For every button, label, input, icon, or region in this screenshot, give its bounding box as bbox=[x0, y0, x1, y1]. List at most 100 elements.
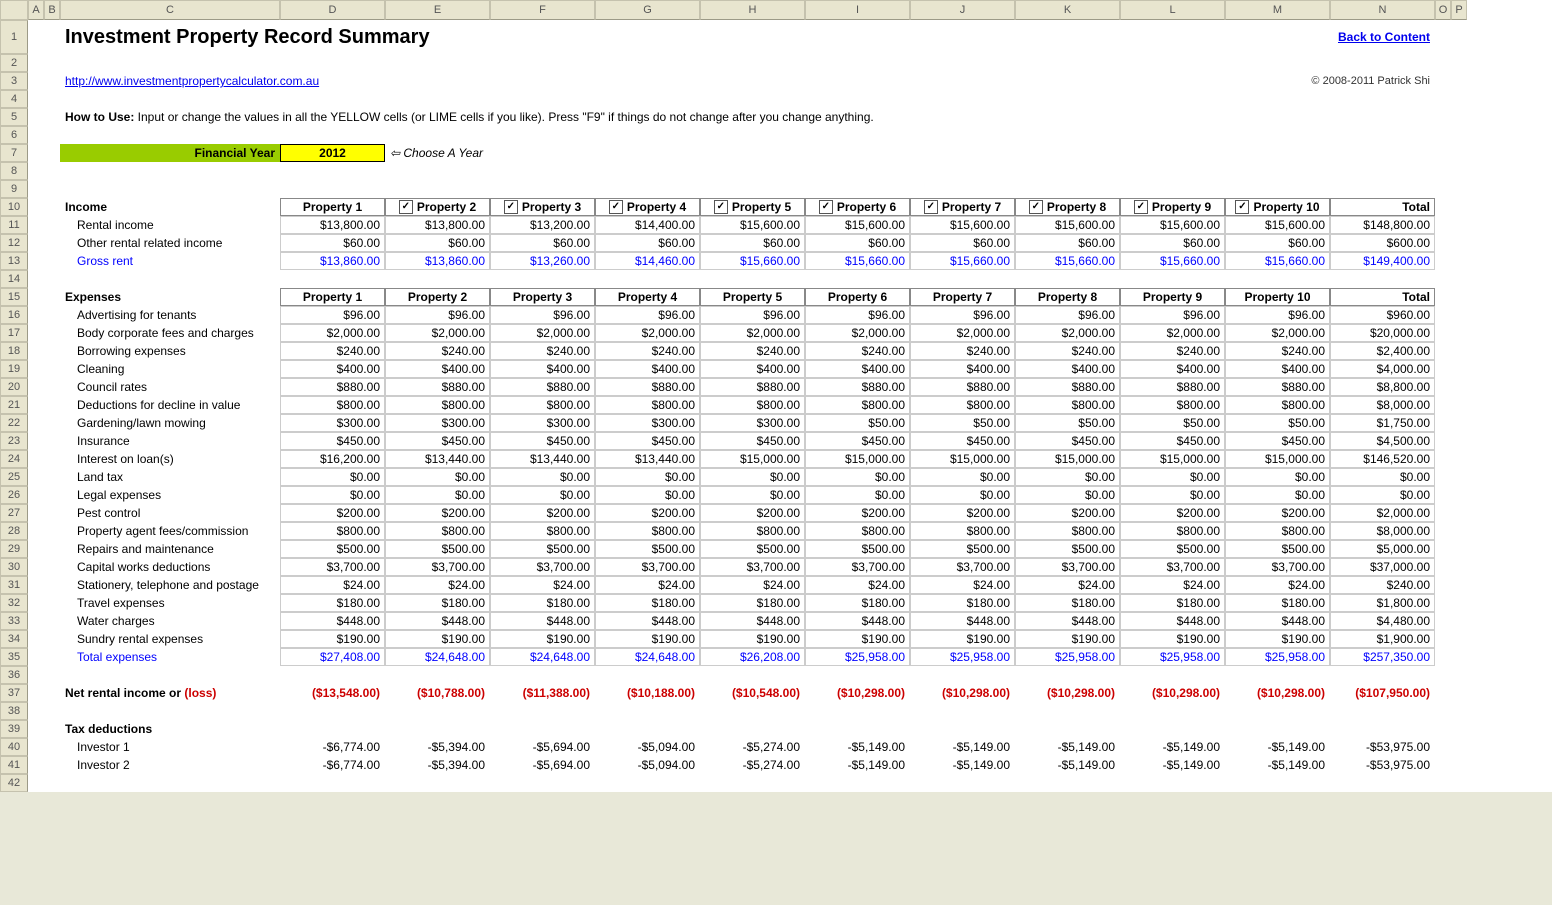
property-checkbox[interactable]: ✓ bbox=[609, 200, 623, 214]
col-header-B[interactable]: B bbox=[44, 0, 60, 20]
income-cell: $149,400.00 bbox=[1330, 252, 1435, 270]
col-header-K[interactable]: K bbox=[1015, 0, 1120, 20]
row-header-14[interactable]: 14 bbox=[0, 270, 28, 288]
row-header-23[interactable]: 23 bbox=[0, 432, 28, 450]
property-checkbox[interactable]: ✓ bbox=[714, 200, 728, 214]
col-header-O[interactable]: O bbox=[1435, 0, 1451, 20]
income-col-header[interactable]: ✓Property 5 bbox=[700, 198, 805, 216]
row-header-36[interactable]: 36 bbox=[0, 666, 28, 684]
col-header-A[interactable]: A bbox=[28, 0, 44, 20]
row-header-30[interactable]: 30 bbox=[0, 558, 28, 576]
row-header-31[interactable]: 31 bbox=[0, 576, 28, 594]
property-checkbox[interactable]: ✓ bbox=[1029, 200, 1043, 214]
back-to-content-link[interactable]: Back to Content bbox=[1225, 20, 1435, 54]
row-header-39[interactable]: 39 bbox=[0, 720, 28, 738]
row-header-7[interactable]: 7 bbox=[0, 144, 28, 162]
row-header-40[interactable]: 40 bbox=[0, 738, 28, 756]
expense-cell: $0.00 bbox=[910, 486, 1015, 504]
income-row-label: Gross rent bbox=[60, 252, 280, 270]
income-cell: $60.00 bbox=[490, 234, 595, 252]
col-header-J[interactable]: J bbox=[910, 0, 1015, 20]
property-checkbox[interactable]: ✓ bbox=[1134, 200, 1148, 214]
row-header-20[interactable]: 20 bbox=[0, 378, 28, 396]
col-header-N[interactable]: N bbox=[1330, 0, 1435, 20]
row-header-25[interactable]: 25 bbox=[0, 468, 28, 486]
row-header-6[interactable]: 6 bbox=[0, 126, 28, 144]
income-col-header[interactable]: Property 1 bbox=[280, 198, 385, 216]
row-header-41[interactable]: 41 bbox=[0, 756, 28, 774]
income-row-label: Rental income bbox=[60, 216, 280, 234]
property-checkbox[interactable]: ✓ bbox=[1235, 200, 1249, 214]
income-cell: $60.00 bbox=[1120, 234, 1225, 252]
row-header-37[interactable]: 37 bbox=[0, 684, 28, 702]
property-checkbox[interactable]: ✓ bbox=[924, 200, 938, 214]
expense-cell: $800.00 bbox=[910, 396, 1015, 414]
row-header-5[interactable]: 5 bbox=[0, 108, 28, 126]
row-header-16[interactable]: 16 bbox=[0, 306, 28, 324]
expense-cell: $3,700.00 bbox=[1120, 558, 1225, 576]
row-header-2[interactable]: 2 bbox=[0, 54, 28, 72]
col-header-H[interactable]: H bbox=[700, 0, 805, 20]
row-header-11[interactable]: 11 bbox=[0, 216, 28, 234]
spreadsheet-grid[interactable]: ABCDEFGHIJKLMNOP123456789101112131415161… bbox=[0, 0, 1552, 792]
site-url-link[interactable]: http://www.investmentpropertycalculator.… bbox=[60, 72, 805, 90]
row-header-8[interactable]: 8 bbox=[0, 162, 28, 180]
row-header-34[interactable]: 34 bbox=[0, 630, 28, 648]
income-col-header[interactable]: ✓Property 8 bbox=[1015, 198, 1120, 216]
row-header-18[interactable]: 18 bbox=[0, 342, 28, 360]
row-header-28[interactable]: 28 bbox=[0, 522, 28, 540]
row-header-13[interactable]: 13 bbox=[0, 252, 28, 270]
row-header-33[interactable]: 33 bbox=[0, 612, 28, 630]
col-header-P[interactable]: P bbox=[1451, 0, 1467, 20]
row-header-29[interactable]: 29 bbox=[0, 540, 28, 558]
col-header-M[interactable]: M bbox=[1225, 0, 1330, 20]
property-checkbox[interactable]: ✓ bbox=[504, 200, 518, 214]
col-header-E[interactable]: E bbox=[385, 0, 490, 20]
col-header-I[interactable]: I bbox=[805, 0, 910, 20]
row-header-38[interactable]: 38 bbox=[0, 702, 28, 720]
financial-year-label[interactable]: Financial Year bbox=[60, 144, 280, 162]
row-header-27[interactable]: 27 bbox=[0, 504, 28, 522]
row-header-1[interactable]: 1 bbox=[0, 20, 28, 54]
row-header-35[interactable]: 35 bbox=[0, 648, 28, 666]
row-header-12[interactable]: 12 bbox=[0, 234, 28, 252]
income-col-header[interactable]: ✓Property 10 bbox=[1225, 198, 1330, 216]
financial-year-input[interactable]: 2012 bbox=[280, 144, 385, 162]
row-header-32[interactable]: 32 bbox=[0, 594, 28, 612]
income-col-header[interactable]: ✓Property 7 bbox=[910, 198, 1015, 216]
col-header-D[interactable]: D bbox=[280, 0, 385, 20]
expense-cell: $800.00 bbox=[280, 396, 385, 414]
expense-cell: $20,000.00 bbox=[1330, 324, 1435, 342]
net-rental-cell: ($10,298.00) bbox=[805, 684, 910, 702]
how-to-use: How to Use: Input or change the values i… bbox=[60, 108, 1435, 126]
row-header-10[interactable]: 10 bbox=[0, 198, 28, 216]
row-header-4[interactable]: 4 bbox=[0, 90, 28, 108]
row-header-15[interactable]: 15 bbox=[0, 288, 28, 306]
income-col-header[interactable]: ✓Property 4 bbox=[595, 198, 700, 216]
col-header-F[interactable]: F bbox=[490, 0, 595, 20]
property-checkbox[interactable]: ✓ bbox=[399, 200, 413, 214]
row-header-24[interactable]: 24 bbox=[0, 450, 28, 468]
col-header-G[interactable]: G bbox=[595, 0, 700, 20]
row-header-22[interactable]: 22 bbox=[0, 414, 28, 432]
col-header-L[interactable]: L bbox=[1120, 0, 1225, 20]
expense-cell: $800.00 bbox=[595, 396, 700, 414]
row-header-42[interactable]: 42 bbox=[0, 774, 28, 792]
expense-cell: $448.00 bbox=[805, 612, 910, 630]
income-col-header[interactable]: ✓Property 2 bbox=[385, 198, 490, 216]
expense-row-label: Sundry rental expenses bbox=[60, 630, 280, 648]
expense-cell: $0.00 bbox=[1330, 468, 1435, 486]
row-header-3[interactable]: 3 bbox=[0, 72, 28, 90]
income-col-header[interactable]: ✓Property 6 bbox=[805, 198, 910, 216]
row-header-21[interactable]: 21 bbox=[0, 396, 28, 414]
row-header-19[interactable]: 19 bbox=[0, 360, 28, 378]
expense-cell: $37,000.00 bbox=[1330, 558, 1435, 576]
expense-cell: $190.00 bbox=[280, 630, 385, 648]
row-header-26[interactable]: 26 bbox=[0, 486, 28, 504]
row-header-9[interactable]: 9 bbox=[0, 180, 28, 198]
col-header-C[interactable]: C bbox=[60, 0, 280, 20]
property-checkbox[interactable]: ✓ bbox=[819, 200, 833, 214]
row-header-17[interactable]: 17 bbox=[0, 324, 28, 342]
income-col-header[interactable]: ✓Property 9 bbox=[1120, 198, 1225, 216]
income-col-header[interactable]: ✓Property 3 bbox=[490, 198, 595, 216]
